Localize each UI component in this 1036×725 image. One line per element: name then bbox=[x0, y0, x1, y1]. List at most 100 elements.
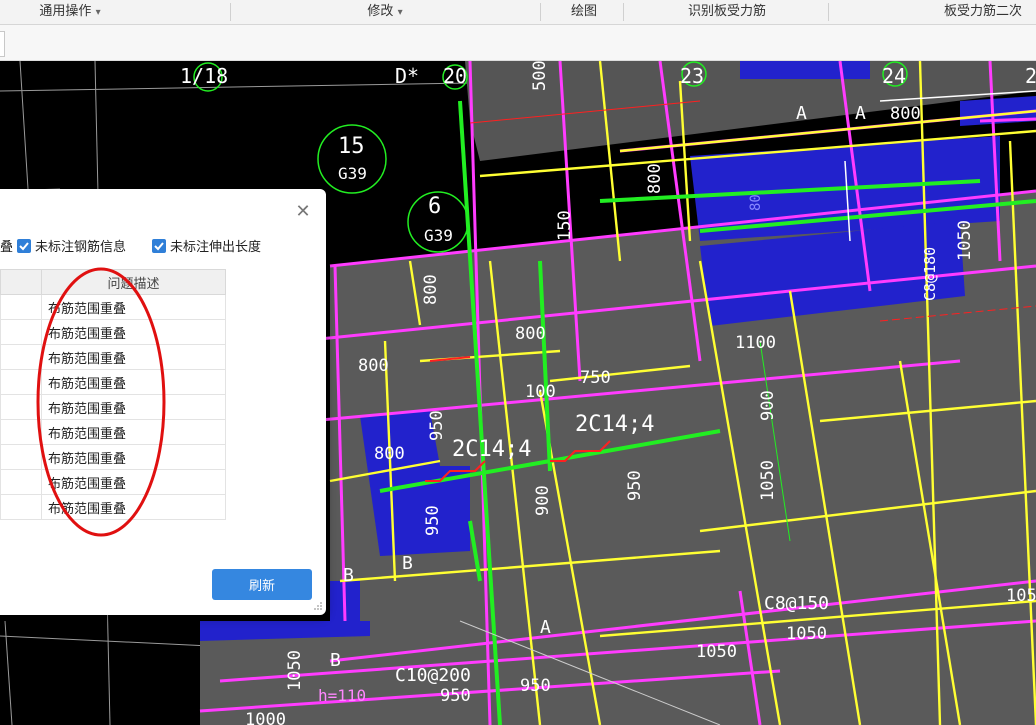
toolbar-slab-rebar-secondary[interactable]: 板受力筋二次 bbox=[944, 0, 1036, 24]
dim-1000: 1000 bbox=[245, 710, 286, 725]
bubble-label-6-sub: G39 bbox=[424, 226, 453, 245]
problem-description: 布筋范围重叠 bbox=[41, 469, 226, 495]
problem-description: 布筋范围重叠 bbox=[41, 394, 226, 420]
dim-950-d: 950 bbox=[423, 505, 443, 536]
axis-label-d: D* bbox=[395, 64, 419, 88]
dim-1050-c: 1050 bbox=[1006, 586, 1036, 606]
toolbar-draw[interactable]: 绘图 bbox=[556, 0, 612, 24]
dim-1050-a: 1050 bbox=[696, 642, 737, 662]
mark-b-1: B bbox=[343, 565, 354, 586]
axis-label-2: 2 bbox=[1025, 64, 1036, 88]
dim-800-c: 800 bbox=[374, 444, 405, 464]
dim-80: 80 bbox=[748, 194, 764, 211]
mark-a-2: A bbox=[796, 103, 807, 124]
dim-1050-d: 1050 bbox=[955, 220, 975, 261]
spec-label-c8-150: C8@150 bbox=[764, 593, 829, 614]
filter-overlap[interactable]: 叠 bbox=[0, 239, 13, 257]
chevron-down-icon: ▾ bbox=[397, 7, 403, 18]
table-row[interactable]: 布筋范围重叠 bbox=[0, 369, 226, 395]
toolbar-slab-rebar-secondary-label: 板受力筋二次 bbox=[944, 4, 1023, 19]
dim-950-a: 950 bbox=[440, 686, 471, 706]
filter-unlabeled-extension-length[interactable]: 未标注伸出长度 bbox=[152, 239, 261, 257]
mark-a-3: A bbox=[855, 103, 866, 124]
dim-1050-b: 1050 bbox=[786, 624, 827, 644]
problem-description: 布筋范围重叠 bbox=[41, 419, 226, 445]
bubble-label-6: 6 bbox=[428, 194, 441, 219]
checkbox-checked-icon[interactable] bbox=[17, 239, 31, 253]
dim-800-d: 800 bbox=[890, 104, 921, 124]
mark-b-3: B bbox=[330, 650, 341, 671]
rebar-label-b: 2C14;4 bbox=[575, 412, 654, 437]
problem-check-dialog: ✕ 叠 未标注钢筋信息 未标注伸出长度 问题描述 布筋范围重叠 布筋范围重叠 布… bbox=[0, 189, 326, 615]
problem-description: 布筋范围重叠 bbox=[41, 444, 226, 470]
bubble-label-15-sub: G39 bbox=[338, 164, 367, 183]
column-header-index[interactable] bbox=[0, 269, 42, 295]
toolbar-general-ops[interactable]: 通用操作 ▾ bbox=[30, 0, 110, 24]
axis-label-24: 24 bbox=[882, 64, 906, 88]
table-row[interactable]: 布筋范围重叠 bbox=[0, 319, 226, 345]
toolbar-modify[interactable]: 修改 ▾ bbox=[352, 0, 418, 24]
dim-900-b: 900 bbox=[533, 485, 553, 516]
dim-1050-e: 1050 bbox=[758, 460, 778, 501]
problem-description: 布筋范围重叠 bbox=[41, 369, 226, 395]
toolbar-modify-label: 修改 bbox=[367, 4, 394, 19]
filter-unlabeled-extension-length-label: 未标注伸出长度 bbox=[170, 240, 262, 255]
filter-overlap-label: 叠 bbox=[0, 240, 14, 255]
problem-table: 问题描述 布筋范围重叠 布筋范围重叠 布筋范围重叠 布筋范围重叠 布筋范围重叠 … bbox=[0, 269, 226, 520]
toolbar-recognize-slab-rebar-label: 识别板受力筋 bbox=[687, 4, 766, 19]
problem-description: 布筋范围重叠 bbox=[41, 294, 226, 320]
toolbar-draw-label: 绘图 bbox=[570, 4, 597, 19]
filter-unlabeled-rebar-info[interactable]: 未标注钢筋信息 bbox=[17, 239, 126, 257]
bubble-label-15: 15 bbox=[338, 134, 365, 159]
table-row[interactable]: 布筋范围重叠 bbox=[0, 394, 226, 420]
mark-a-1: A bbox=[540, 617, 551, 638]
dim-800-b: 800 bbox=[358, 356, 389, 376]
rebar-label-a: 2C14;4 bbox=[452, 437, 531, 462]
problem-description: 布筋范围重叠 bbox=[41, 319, 226, 345]
table-row[interactable]: 布筋范围重叠 bbox=[0, 344, 226, 370]
dim-1050-f: 1050 bbox=[285, 650, 305, 691]
axis-label-1-18: 1/18 bbox=[180, 64, 228, 88]
dim-800-f: 800 bbox=[645, 163, 665, 194]
table-row[interactable]: 布筋范围重叠 bbox=[0, 444, 226, 470]
table-row[interactable]: 布筋范围重叠 bbox=[0, 294, 226, 320]
secondary-toolbar bbox=[0, 25, 1036, 61]
dim-1100: 1100 bbox=[735, 333, 776, 353]
toolbar-recognize-slab-rebar[interactable]: 识别板受力筋 bbox=[672, 0, 782, 24]
resize-grip-icon[interactable] bbox=[314, 602, 322, 610]
toolbar-divider bbox=[540, 3, 541, 21]
toolbar-general-ops-label: 通用操作 bbox=[39, 4, 92, 19]
input-box-edge[interactable] bbox=[0, 31, 5, 57]
table-row[interactable]: 布筋范围重叠 bbox=[0, 469, 226, 495]
checkbox-checked-icon[interactable] bbox=[152, 239, 166, 253]
dim-500: 500 bbox=[530, 61, 550, 91]
dim-150: 150 bbox=[555, 210, 575, 241]
table-header: 问题描述 bbox=[0, 269, 226, 295]
mark-b-2: B bbox=[402, 553, 413, 574]
dim-950-b: 950 bbox=[520, 676, 551, 696]
chevron-down-icon: ▾ bbox=[95, 7, 101, 18]
axis-label-23: 23 bbox=[680, 64, 704, 88]
height-label: h=110 bbox=[318, 686, 366, 705]
table-row[interactable]: 布筋范围重叠 bbox=[0, 494, 226, 520]
spec-label-c10-200: C10@200 bbox=[395, 665, 471, 686]
toolbar-divider bbox=[623, 3, 624, 21]
problem-description: 布筋范围重叠 bbox=[41, 494, 226, 520]
dim-800-e: 800 bbox=[421, 274, 441, 305]
table-row[interactable]: 布筋范围重叠 bbox=[0, 419, 226, 445]
top-toolbar: 通用操作 ▾ 修改 ▾ 绘图 识别板受力筋 板受力筋二次 bbox=[0, 0, 1036, 25]
dim-800-a: 800 bbox=[515, 324, 546, 344]
filter-unlabeled-rebar-info-label: 未标注钢筋信息 bbox=[35, 240, 127, 255]
spec-c8-180: C8@180 bbox=[921, 247, 939, 301]
dim-950-e: 950 bbox=[427, 410, 447, 441]
column-header-description[interactable]: 问题描述 bbox=[41, 269, 226, 295]
dim-950-c: 950 bbox=[625, 470, 645, 501]
refresh-button[interactable]: 刷新 bbox=[212, 569, 312, 600]
close-icon[interactable]: ✕ bbox=[294, 203, 312, 221]
toolbar-divider bbox=[230, 3, 231, 21]
dim-900-a: 900 bbox=[758, 390, 778, 421]
problem-description: 布筋范围重叠 bbox=[41, 344, 226, 370]
dim-100: 100 bbox=[525, 382, 556, 402]
dim-750: 750 bbox=[580, 368, 611, 388]
toolbar-divider bbox=[828, 3, 829, 21]
